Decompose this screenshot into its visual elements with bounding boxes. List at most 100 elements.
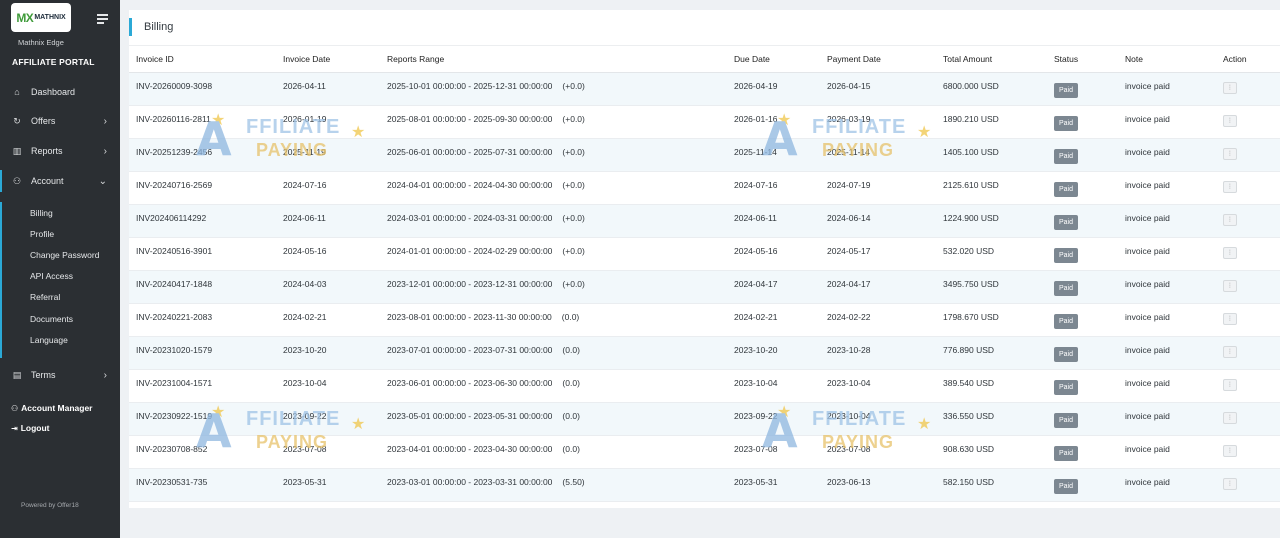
note: invoice paid [1118, 237, 1216, 271]
more-options-icon[interactable]: ⋮ [1223, 180, 1237, 193]
sidebar-item-offers[interactable]: ↻ Offers › [0, 110, 120, 132]
reports-range: 2025-08-01 00:00:00 - 2025-09-30 00:00:0… [380, 105, 727, 139]
submenu-referral[interactable]: Referral [30, 292, 60, 302]
col-payment-date[interactable]: Payment Date [820, 46, 936, 73]
invoice-date: 2024-02-21 [276, 303, 380, 337]
table-header-row: Invoice ID Invoice Date Reports Range Du… [129, 46, 1280, 73]
action-cell: ⋮ [1216, 270, 1280, 304]
logout-link[interactable]: ⇥ Logout [11, 423, 50, 433]
total-amount: 582.150 USD [936, 468, 1047, 502]
watermark-letter: A [762, 404, 798, 458]
account-manager-link[interactable]: ⚇ Account Manager [11, 403, 93, 413]
action-cell: ⋮ [1216, 435, 1280, 469]
reports-range: 2025-10-01 00:00:00 - 2025-12-31 00:00:0… [380, 72, 727, 106]
range-delta: (+0.0) [562, 278, 585, 289]
watermark-line1: FFILIATE [246, 116, 341, 138]
invoice-date: 2023-10-20 [276, 336, 380, 370]
submenu-change-password[interactable]: Change Password [30, 250, 99, 260]
more-options-icon[interactable]: ⋮ [1223, 114, 1237, 127]
payment-date: 2023-06-13 [820, 468, 936, 502]
sidebar-item-account[interactable]: ⚇ Account ⌄ [0, 170, 120, 192]
col-invoice-id[interactable]: Invoice ID [129, 46, 276, 73]
range-text: 2023-05-01 00:00:00 - 2023-05-31 00:00:0… [387, 410, 553, 421]
submenu-api-access[interactable]: API Access [30, 271, 73, 281]
col-action: Action [1216, 46, 1280, 73]
note: invoice paid [1118, 171, 1216, 205]
watermark-letter: A [196, 112, 232, 166]
chart-icon: ▥ [12, 145, 22, 156]
due-date: 2024-05-16 [727, 237, 820, 271]
submenu-documents[interactable]: Documents [30, 314, 73, 324]
reports-range: 2024-01-01 00:00:00 - 2024-02-29 00:00:0… [380, 237, 727, 271]
payment-date: 2023-10-04 [820, 369, 936, 403]
submenu-language[interactable]: Language [30, 335, 68, 345]
col-invoice-date[interactable]: Invoice Date [276, 46, 380, 73]
status-badge: Paid [1054, 313, 1079, 329]
sidebar-item-label: Offers [31, 116, 56, 126]
sidebar-item-terms[interactable]: ▤ Terms › [0, 364, 120, 386]
sidebar-item-reports[interactable]: ▥ Reports › [0, 140, 120, 162]
range-text: 2023-03-01 00:00:00 - 2023-03-31 00:00:0… [387, 476, 553, 487]
status-badge: Paid [1054, 115, 1079, 131]
reports-range: 2023-05-01 00:00:00 - 2023-05-31 00:00:0… [380, 402, 727, 436]
total-amount: 6800.000 USD [936, 72, 1047, 106]
range-delta: (0.0) [562, 443, 580, 454]
more-options-icon[interactable]: ⋮ [1223, 246, 1237, 259]
col-note[interactable]: Note [1118, 46, 1216, 73]
sidebar-item-label: Reports [31, 146, 63, 156]
submenu-profile[interactable]: Profile [30, 229, 54, 239]
col-due-date[interactable]: Due Date [727, 46, 820, 73]
action-cell: ⋮ [1216, 402, 1280, 436]
col-reports-range[interactable]: Reports Range [380, 46, 727, 73]
more-options-icon[interactable]: ⋮ [1223, 213, 1237, 226]
table-row: INV-20240417-1848 2024-04-03 2023-12-01 00… [129, 270, 1280, 304]
payment-date: 2024-02-22 [820, 303, 936, 337]
chevron-right-icon: › [103, 369, 107, 381]
col-status[interactable]: Status [1047, 46, 1118, 73]
watermark-logo: ★ A FFILIATE PAYING ★ [762, 112, 932, 166]
more-options-icon[interactable]: ⋮ [1223, 81, 1237, 94]
more-options-icon[interactable]: ⋮ [1223, 444, 1237, 457]
action-cell: ⋮ [1216, 171, 1280, 205]
more-options-icon[interactable]: ⋮ [1223, 378, 1237, 391]
note: invoice paid [1118, 72, 1216, 106]
menu-toggle-icon[interactable] [97, 14, 108, 24]
due-date: 2026-04-19 [727, 72, 820, 106]
sidebar-item-label: Terms [31, 370, 56, 380]
col-total-amount[interactable]: Total Amount [936, 46, 1047, 73]
invoice-id: INV-20240417-1848 [129, 270, 276, 304]
invoice-id: INV-20230531-735 [129, 468, 276, 502]
document-icon: ▤ [12, 369, 22, 380]
submenu-billing[interactable]: Billing [30, 208, 53, 218]
reports-range: 2024-03-01 00:00:00 - 2024-03-31 00:00:0… [380, 204, 727, 238]
more-options-icon[interactable]: ⋮ [1223, 279, 1237, 292]
note: invoice paid [1118, 369, 1216, 403]
status-badge: Paid [1054, 280, 1079, 296]
sidebar-item-dashboard[interactable]: ⌂ Dashboard [0, 81, 120, 103]
action-cell: ⋮ [1216, 468, 1280, 502]
more-options-icon[interactable]: ⋮ [1223, 345, 1237, 358]
more-options-icon[interactable]: ⋮ [1223, 477, 1237, 490]
status-badge: Paid [1054, 148, 1079, 164]
more-options-icon[interactable]: ⋮ [1223, 147, 1237, 160]
due-date: 2023-10-20 [727, 336, 820, 370]
more-options-icon[interactable]: ⋮ [1223, 411, 1237, 424]
chevron-right-icon: › [103, 145, 107, 157]
note: invoice paid [1118, 204, 1216, 238]
status-badge: Paid [1054, 346, 1079, 362]
due-date: 2024-04-17 [727, 270, 820, 304]
due-date: 2023-10-04 [727, 369, 820, 403]
more-options-icon[interactable]: ⋮ [1223, 312, 1237, 325]
watermark-line1: FFILIATE [812, 116, 907, 138]
status-badge: Paid [1054, 412, 1079, 428]
brand-logo[interactable]: MX MATHNIX [11, 3, 71, 32]
watermark-line2: PAYING [256, 432, 329, 452]
status-cell: Paid [1047, 369, 1118, 403]
note: invoice paid [1118, 105, 1216, 139]
invoice-id: INV-20240516-3901 [129, 237, 276, 271]
total-amount: 389.540 USD [936, 369, 1047, 403]
status-cell: Paid [1047, 435, 1118, 469]
logout-label: Logout [20, 423, 50, 433]
payment-date: 2024-05-17 [820, 237, 936, 271]
range-text: 2023-04-01 00:00:00 - 2023-04-30 00:00:0… [387, 443, 553, 454]
